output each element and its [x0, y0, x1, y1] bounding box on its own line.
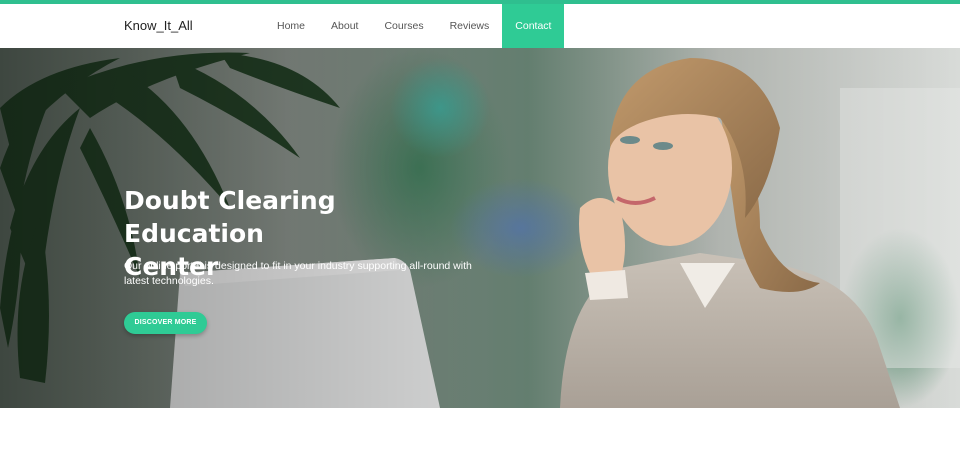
nav-link-courses[interactable]: Courses — [371, 4, 436, 48]
hero-heading-line1: Doubt Clearing Education — [124, 186, 336, 248]
nav-link-home[interactable]: Home — [264, 4, 318, 48]
hero-description: Our online portal is designed to fit in … — [124, 260, 472, 287]
nav-link-contact[interactable]: Contact — [502, 4, 565, 48]
discover-more-button[interactable]: DISCOVER MORE — [124, 312, 207, 334]
page-content-area — [0, 408, 960, 449]
hero-banner: Doubt Clearing Education Center Our onli… — [0, 48, 960, 408]
nav-link-reviews[interactable]: Reviews — [437, 4, 503, 48]
brand-logo-text[interactable]: Know_It_All — [124, 18, 193, 33]
navbar: Know_It_All Home About Courses Reviews C… — [0, 4, 960, 48]
main-menu: Home About Courses Reviews Contact — [264, 4, 565, 48]
nav-link-about[interactable]: About — [318, 4, 371, 48]
